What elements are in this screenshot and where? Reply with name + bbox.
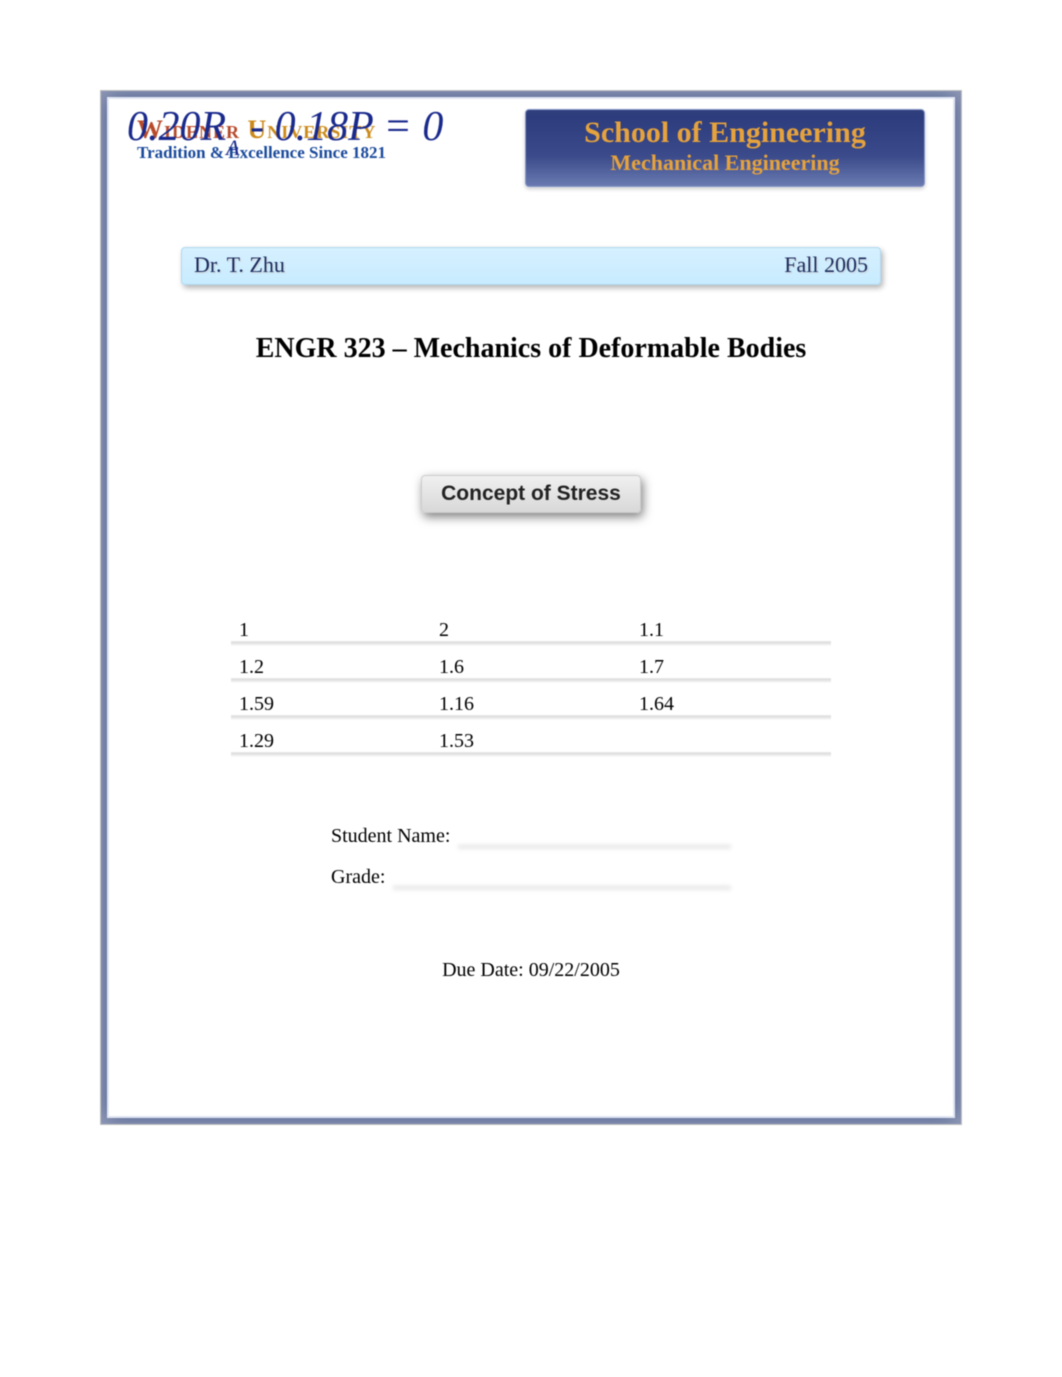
due-date-value: 09/22/2005 (529, 959, 620, 981)
equation-subscript: A (226, 135, 239, 160)
table-cell: 2 (431, 613, 631, 646)
equation-rhs: - 0.18P = 0 (240, 104, 444, 150)
grade-label: Grade: (331, 866, 385, 889)
table-cell: 1.59 (231, 687, 431, 720)
table-cell: 1.16 (431, 687, 631, 720)
student-name-label: Student Name: (331, 825, 450, 848)
table-cell (631, 724, 831, 757)
form-lines: Student Name: Grade: (331, 825, 731, 889)
grade-row: Grade: (331, 866, 731, 889)
school-line2: Mechanical Engineering (536, 150, 914, 176)
due-date: Due Date: 09/22/2005 (137, 959, 925, 982)
school-line1: School of Engineering (536, 116, 914, 150)
table-cell: 1.1 (631, 613, 831, 646)
table-cell: 1.53 (431, 724, 631, 757)
table-cell: 1.2 (231, 650, 431, 683)
term-label: Fall 2005 (784, 252, 868, 278)
table-cell: 1 (231, 613, 431, 646)
table-row: 1.29 1.53 (231, 724, 831, 757)
table-row: 1.2 1.6 1.7 (231, 650, 831, 683)
table-row: 1.59 1.16 1.64 (231, 687, 831, 720)
due-date-label: Due Date: (442, 959, 529, 981)
student-name-row: Student Name: (331, 825, 731, 848)
table-cell: 1.29 (231, 724, 431, 757)
university-block: 0.20RA - 0.18P = 0 Widener University Tr… (137, 109, 501, 163)
document-frame: 0.20RA - 0.18P = 0 Widener University Tr… (100, 90, 962, 1125)
table-cell: 1.6 (431, 650, 631, 683)
table-cell: 1.7 (631, 650, 831, 683)
instructor-name: Dr. T. Zhu (194, 252, 285, 278)
info-bar: Dr. T. Zhu Fall 2005 (181, 247, 881, 285)
topic-box: Concept of Stress (421, 475, 641, 513)
equation-overlay: 0.20RA - 0.18P = 0 (127, 103, 443, 155)
table-row: 1 2 1.1 (231, 613, 831, 646)
student-name-field[interactable] (458, 830, 731, 848)
course-title: ENGR 323 – Mechanics of Deformable Bodie… (137, 333, 925, 365)
equation-lhs: 0.20R (127, 104, 226, 150)
topics-table: 1 2 1.1 1.2 1.6 1.7 1.59 1.16 1.64 1.29 … (231, 609, 831, 761)
school-block: School of Engineering Mechanical Enginee… (525, 109, 925, 187)
grade-field[interactable] (393, 871, 731, 889)
table-cell: 1.64 (631, 687, 831, 720)
header-row: 0.20RA - 0.18P = 0 Widener University Tr… (137, 109, 925, 187)
